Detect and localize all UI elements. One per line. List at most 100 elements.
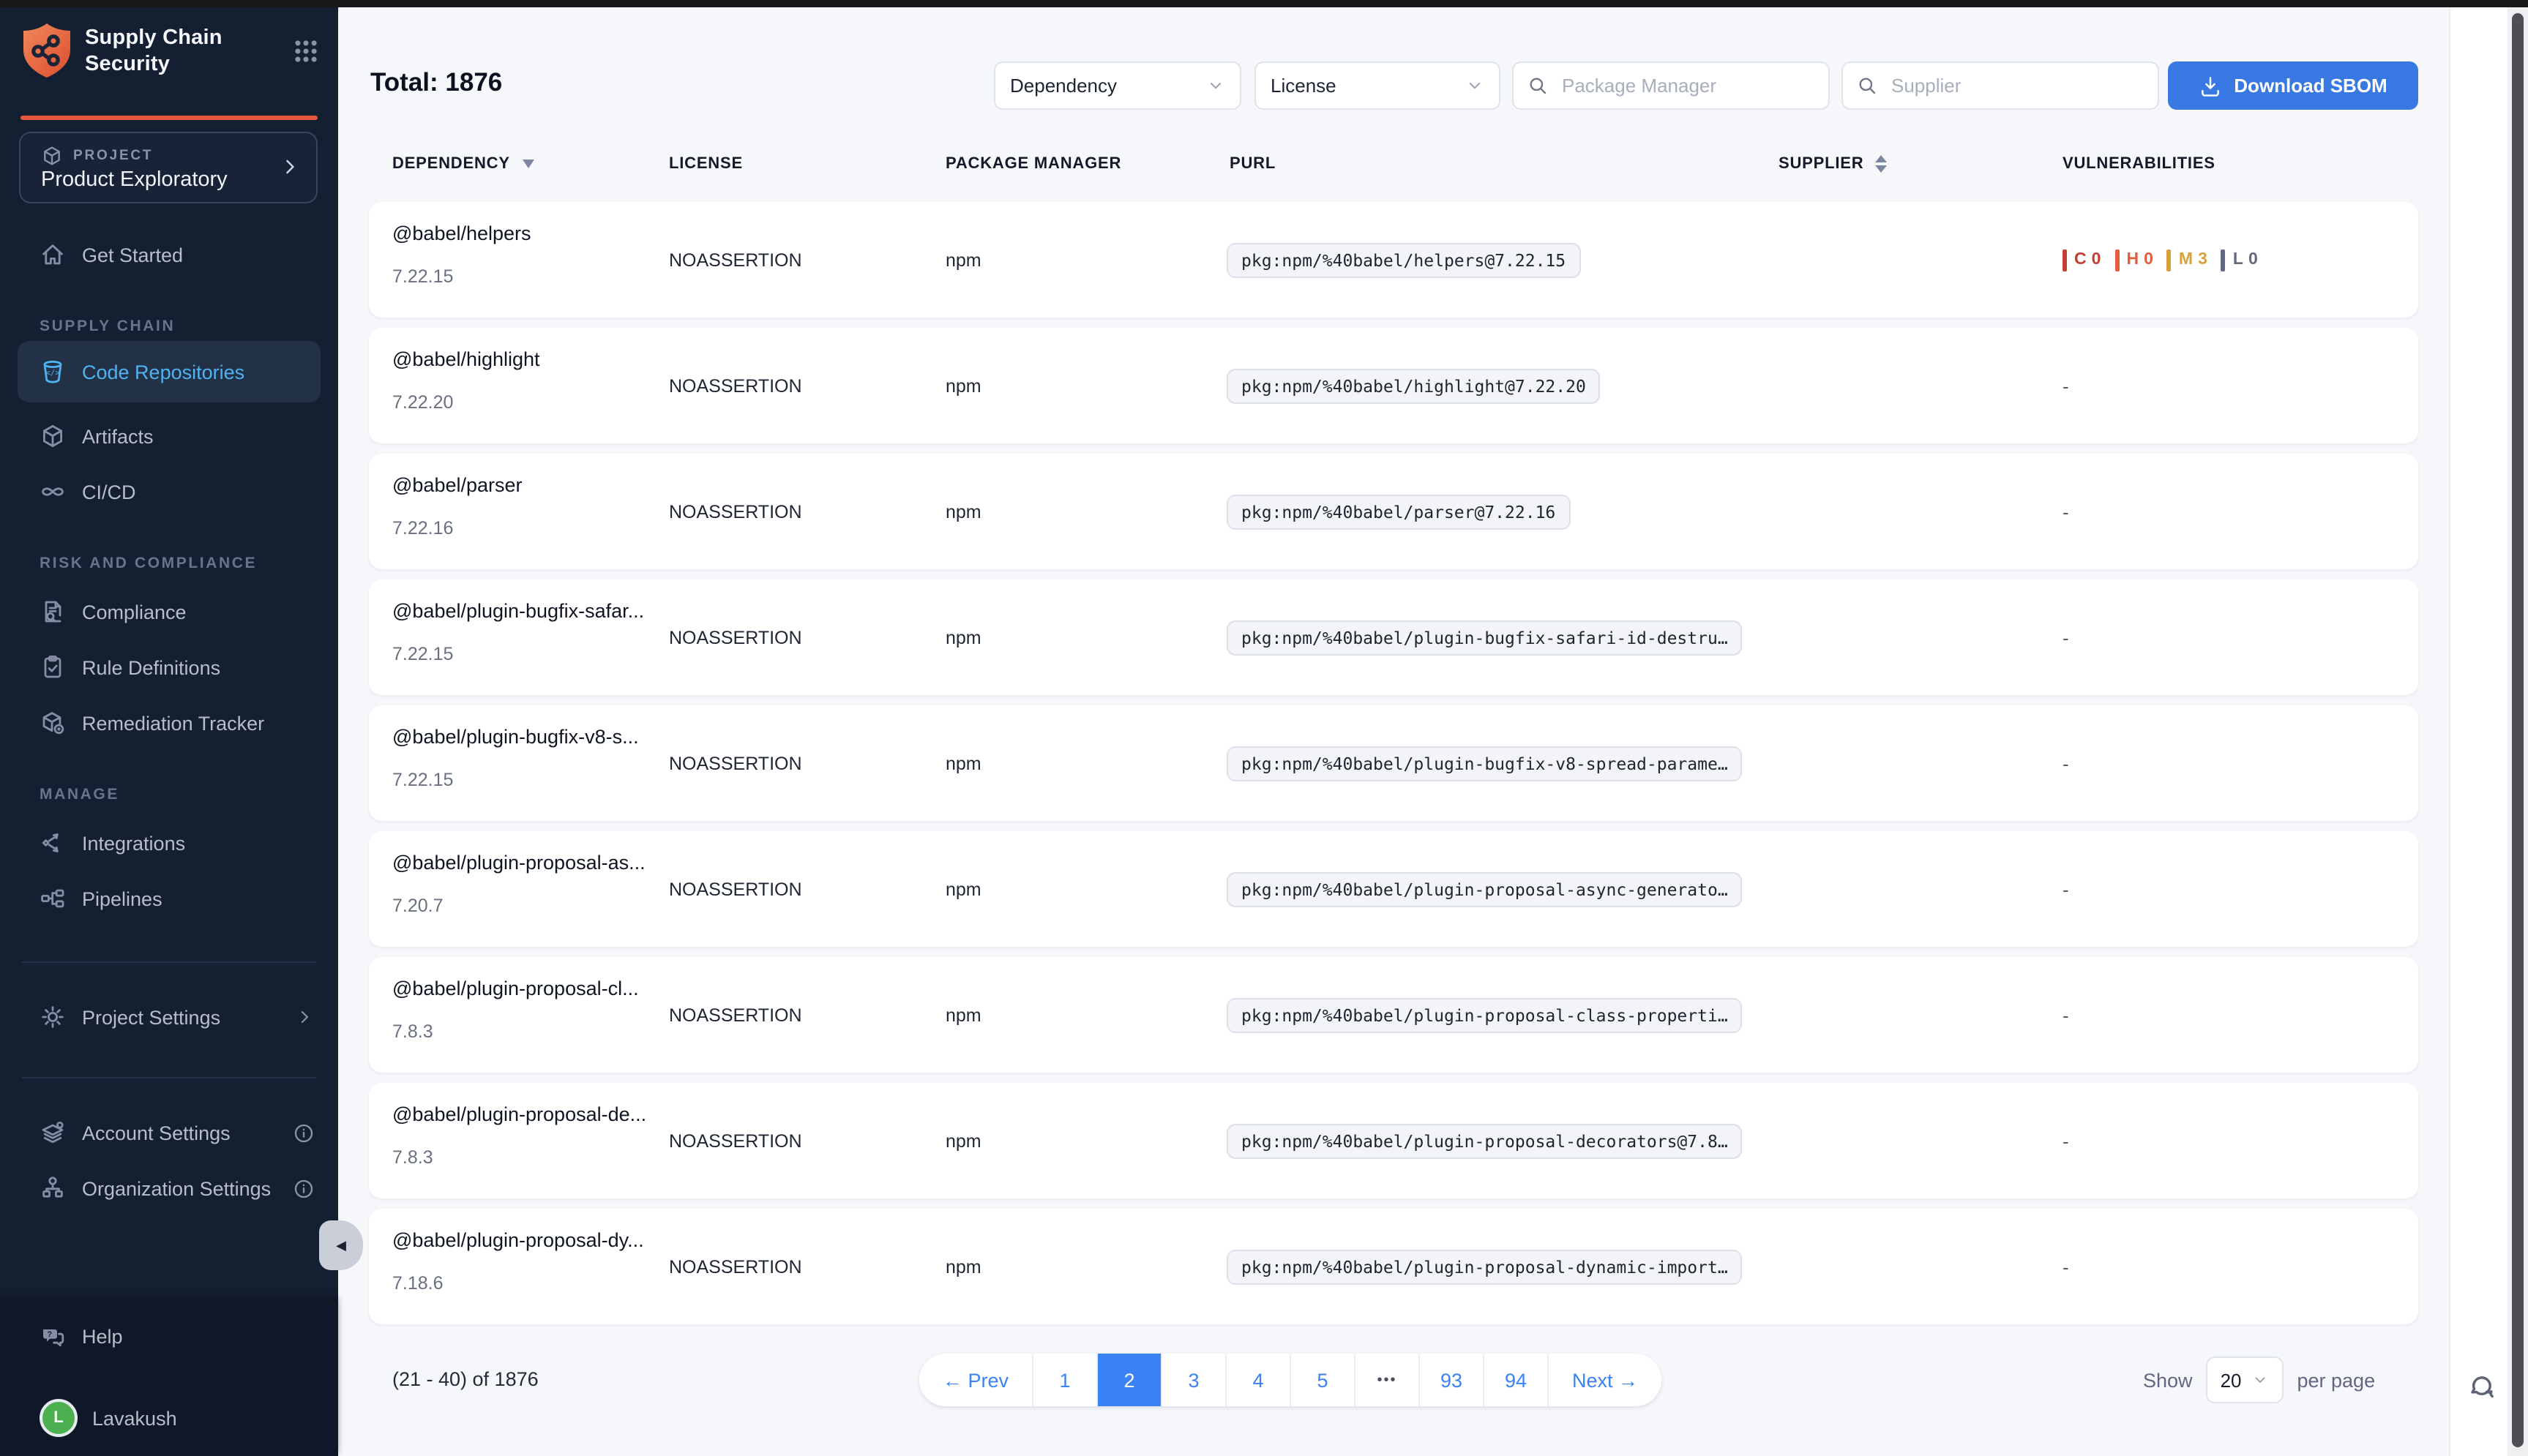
feedback-chat-icon[interactable] [2464,1371,2496,1403]
purl-cell: pkg:npm/%40babel/parser@7.22.16 [1227,501,1570,522]
clipboard-check-icon [40,654,66,680]
table-row[interactable]: @babel/plugin-proposal-cl... 7.8.3 NOASS… [369,957,2418,1073]
purl-cell: pkg:npm/%40babel/plugin-proposal-async-g… [1227,879,1743,899]
dependency-filter-select[interactable]: Dependency [994,61,1241,110]
scrollbar-track[interactable] [2508,7,2528,1456]
table-row[interactable]: @babel/helpers 7.22.15 NOASSERTION npm p… [369,202,2418,318]
pagination: ← Prev 1 2 3 4 5 ••• 93 94 Next → [919,1354,1661,1406]
scrollbar-thumb[interactable] [2512,13,2524,1447]
column-header-supplier[interactable]: SUPPLIER [1779,155,1887,173]
license-cell: NOASSERTION [669,627,802,648]
page-button[interactable]: 1 [1033,1354,1098,1406]
supplier-input[interactable] [1888,73,2144,98]
sidebar-item-organization-settings[interactable]: Organization Settings [0,1160,338,1216]
dependency-name: @babel/plugin-bugfix-safar... [392,600,644,622]
page-button[interactable]: Next → [1549,1354,1661,1406]
page-size-select[interactable]: 20 [2206,1356,2284,1403]
project-selector[interactable]: PROJECT Product Exploratory [19,132,318,203]
vuln-empty: - [2063,626,2069,648]
page-button[interactable]: 94 [1484,1354,1549,1406]
collapse-arrow-icon: ◀ [336,1237,346,1253]
table-row[interactable]: @babel/plugin-bugfix-safar... 7.22.15 NO… [369,579,2418,695]
purl-cell: pkg:npm/%40babel/highlight@7.22.20 [1227,375,1601,396]
page-button[interactable]: ••• [1355,1354,1420,1406]
package-manager-search[interactable] [1512,61,1830,110]
sidebar-item-rule-definitions[interactable]: Rule Definitions [0,639,338,695]
column-header-license: LICENSE [669,155,743,173]
user-menu[interactable]: L Lavakush [0,1392,338,1444]
sidebar-item-project-settings[interactable]: Project Settings [0,989,338,1045]
sidebar-collapse-handle[interactable]: ◀ [319,1220,363,1270]
vulnerabilities-cell: - [2063,878,2069,900]
vulnerabilities-cell: - [2063,752,2069,774]
dependency-filter-value: Dependency [1010,75,1197,97]
sidebar-item-cicd[interactable]: CI/CD [0,464,338,519]
supplier-search[interactable] [1841,61,2159,110]
vuln-low-chip: L0 [2221,249,2259,271]
sidebar-item-artifacts[interactable]: Artifacts [0,408,338,464]
search-icon [1856,75,1878,97]
package-manager-cell: npm [946,627,981,648]
sidebar-item-label: Account Settings [82,1122,231,1144]
sidebar-item-help[interactable]: ? Help [0,1310,338,1362]
user-name: Lavakush [92,1407,177,1429]
pagination-range: (21 - 40) of 1876 [392,1368,539,1390]
sidebar-item-code-repositories[interactable]: </> Code Repositories [18,341,321,402]
sidebar-item-label: Rule Definitions [82,656,220,678]
app-logo-row: Supply Chain Security [22,22,321,80]
page-button[interactable]: 3 [1162,1354,1227,1406]
chevron-down-icon [1465,76,1484,95]
license-cell: NOASSERTION [669,1130,802,1151]
license-filter-select[interactable]: License [1254,61,1500,110]
purl-badge: pkg:npm/%40babel/plugin-proposal-class-p… [1227,997,1743,1032]
sidebar-item-pipelines[interactable]: Pipelines [0,871,338,926]
apps-grid-icon[interactable] [291,37,321,66]
download-icon [2199,74,2222,97]
purl-badge: pkg:npm/%40babel/plugin-proposal-async-g… [1227,871,1743,907]
column-header-dependency[interactable]: DEPENDENCY [392,155,535,173]
table-row[interactable]: @babel/plugin-bugfix-v8-s... 7.22.15 NOA… [369,705,2418,821]
table-row[interactable]: @babel/parser 7.22.16 NOASSERTION npm pk… [369,454,2418,569]
page-button[interactable]: 2 [1098,1354,1162,1406]
page-button[interactable]: 4 [1227,1354,1291,1406]
sidebar-item-remediation-tracker[interactable]: Remediation Tracker [0,695,338,751]
license-cell: NOASSERTION [669,1005,802,1025]
download-sbom-button[interactable]: Download SBOM [2168,61,2418,110]
info-icon[interactable] [293,1177,315,1199]
project-name: Product Exploratory [41,168,228,192]
sidebar-item-compliance[interactable]: Compliance [0,584,338,639]
column-header-package-manager: PACKAGE MANAGER [946,155,1121,173]
app-window: Supply Chain Security PROJECT Product Ex… [0,0,2528,1456]
dependency-version: 7.22.15 [392,644,453,664]
page-button[interactable]: ← Prev [919,1354,1033,1406]
sidebar-item-integrations[interactable]: Integrations [0,815,338,871]
package-manager-cell: npm [946,753,981,773]
column-header-vulnerabilities: VULNERABILITIES [2063,155,2215,173]
purl-cell: pkg:npm/%40babel/plugin-bugfix-v8-spread… [1227,753,1743,773]
code-repository-icon: </> [40,359,66,385]
purl-badge: pkg:npm/%40babel/highlight@7.22.20 [1227,368,1601,403]
license-cell: NOASSERTION [669,249,802,270]
sidebar-item-label: Project Settings [82,1006,220,1028]
table-row[interactable]: @babel/plugin-proposal-as... 7.20.7 NOAS… [369,831,2418,947]
license-cell: NOASSERTION [669,1256,802,1277]
package-manager-input[interactable] [1559,73,1815,98]
sidebar-item-get-started[interactable]: Get Started [0,227,338,282]
sort-both-icon [1875,155,1887,173]
info-icon[interactable] [293,1122,315,1144]
page-button[interactable]: 93 [1420,1354,1484,1406]
vuln-empty: - [2063,1004,2069,1026]
sidebar-item-account-settings[interactable]: Account Settings [0,1105,338,1160]
column-header-purl: PURL [1230,155,1276,173]
shield-logo-icon [22,22,72,80]
page-button[interactable]: 5 [1291,1354,1355,1406]
table-row[interactable]: @babel/plugin-proposal-de... 7.8.3 NOASS… [369,1083,2418,1198]
license-cell: NOASSERTION [669,879,802,899]
dependency-version: 7.22.20 [392,392,453,413]
vuln-chips: C0 H0 M3 L0 [2063,249,2259,271]
table-row[interactable]: @babel/plugin-proposal-dy... 7.18.6 NOAS… [369,1209,2418,1324]
purl-cell: pkg:npm/%40babel/plugin-bugfix-safari-id… [1227,627,1743,648]
table-row[interactable]: @babel/highlight 7.22.20 NOASSERTION npm… [369,328,2418,443]
sidebar-divider [22,961,316,963]
filter-bar: Dependency License Download SBOM [994,61,2418,110]
